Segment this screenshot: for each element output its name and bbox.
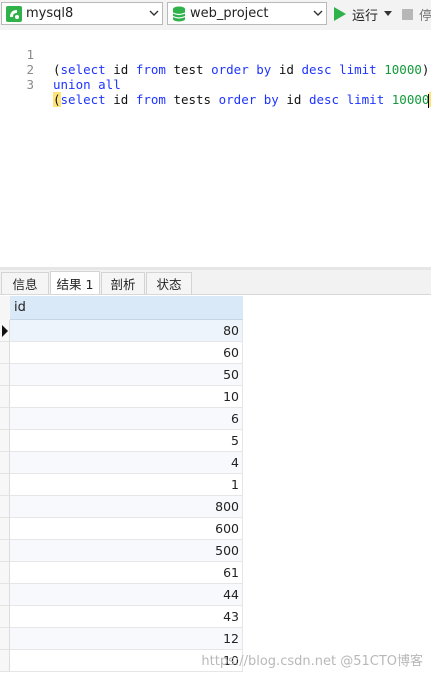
table-row[interactable]: 10 [0,386,243,408]
row-header[interactable] [0,474,10,496]
table-row[interactable]: 4 [0,452,243,474]
row-header[interactable] [0,364,10,386]
grid-header: id [0,296,243,320]
table-row[interactable]: 5 [0,430,243,452]
table-cell[interactable]: 6 [10,408,243,430]
table-cell[interactable]: 800 [10,496,243,518]
row-header[interactable] [0,342,10,364]
row-pointer-icon [2,325,8,337]
table-cell[interactable]: 500 [10,540,243,562]
table-cell[interactable]: 5 [10,430,243,452]
caret-down-icon[interactable] [384,11,393,17]
row-header[interactable] [0,320,10,342]
row-header[interactable] [0,606,10,628]
run-button[interactable]: 运行 [334,4,393,24]
database-dropdown[interactable]: web_project [167,2,327,25]
table-cell[interactable]: 12 [10,628,243,650]
toolbar: mysql8 web_project 运行 停 [0,0,431,31]
row-header[interactable] [0,518,10,540]
stop-icon [402,8,413,20]
table-row[interactable]: 61 [0,562,243,584]
table-row[interactable]: 60 [0,342,243,364]
row-header[interactable] [0,430,10,452]
table-row[interactable]: 80 [0,320,243,342]
connection-dropdown[interactable]: mysql8 [1,2,163,25]
line-number: 3 [26,77,34,92]
editor-line: 1 (select id from test order by id desc … [0,32,431,77]
code-line-2: union all [53,77,121,92]
table-cell[interactable]: 600 [10,518,243,540]
stop-button[interactable]: 停 [402,4,431,24]
row-header[interactable] [0,496,10,518]
connection-label: mysql8 [26,6,74,21]
chevron-down-icon [146,3,162,24]
table-cell[interactable]: 80 [10,320,243,342]
table-cell[interactable]: 10 [10,386,243,408]
editor-line: 2 union all [0,47,431,92]
database-label: web_project [190,6,269,21]
row-header[interactable] [0,584,10,606]
table-cell[interactable]: 50 [10,364,243,386]
grid-corner [0,296,10,320]
row-header[interactable] [0,408,10,430]
table-row[interactable]: 50 [0,364,243,386]
row-header[interactable] [0,540,10,562]
table-row[interactable]: 6 [0,408,243,430]
result-tabs: 信息 结果 1 剖析 状态 [0,270,431,295]
watermark: https://blog.csdn.net @51CTO博客 [201,654,423,669]
table-row[interactable]: 800 [0,496,243,518]
row-header[interactable] [0,452,10,474]
connection-icon [6,5,22,22]
table-cell[interactable]: 61 [10,562,243,584]
row-header[interactable] [0,628,10,650]
row-header[interactable] [0,650,10,672]
tab-info[interactable]: 信息 [1,272,49,294]
chevron-down-icon [310,3,326,24]
table-row[interactable]: 600 [0,518,243,540]
table-cell[interactable]: 44 [10,584,243,606]
table-cell[interactable]: 60 [10,342,243,364]
table-cell[interactable]: 43 [10,606,243,628]
stop-label: 停 [419,8,431,24]
code-line-3: (select id from tests order by id desc l… [53,92,431,108]
table-row[interactable]: 500 [0,540,243,562]
run-label: 运行 [352,8,379,24]
table-row[interactable]: 1 [0,474,243,496]
tab-result-1[interactable]: 结果 1 [50,271,100,294]
column-header-id[interactable]: id [10,296,243,320]
editor-line: 3 (select id from tests order by id desc… [0,62,431,108]
play-icon [334,7,346,21]
tab-status[interactable]: 状态 [146,272,192,294]
sql-editor[interactable]: 1 (select id from test order by id desc … [0,30,431,267]
row-header[interactable] [0,562,10,584]
table-row[interactable]: 43 [0,606,243,628]
table-row[interactable]: 44 [0,584,243,606]
table-cell[interactable]: 4 [10,452,243,474]
row-header[interactable] [0,386,10,408]
tab-profile[interactable]: 剖析 [101,272,145,294]
table-row[interactable]: 12 [0,628,243,650]
database-icon [172,6,186,21]
table-cell[interactable]: 1 [10,474,243,496]
